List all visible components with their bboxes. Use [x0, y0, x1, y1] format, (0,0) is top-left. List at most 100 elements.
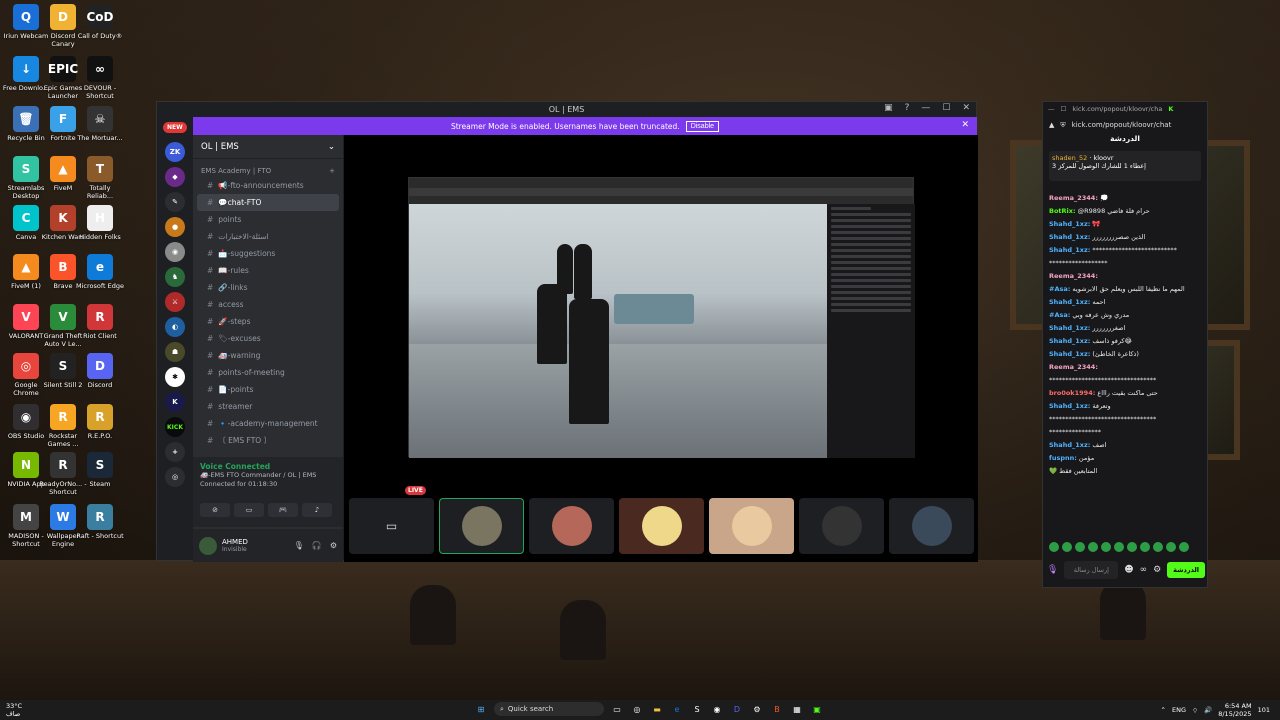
emote-icon[interactable]: [1179, 542, 1189, 552]
chat-message-list[interactable]: Reema_2344: 💭 BotRix: @R9898 حرام فلة فاض…: [1043, 190, 1209, 535]
chat-message[interactable]: *********************************: [1049, 413, 1203, 426]
chat-username[interactable]: Shahd_1xz:: [1049, 441, 1090, 449]
chat-username[interactable]: #Asa:: [1049, 285, 1070, 293]
minimize-button[interactable]: —: [1048, 105, 1055, 113]
channel-item[interactable]: # 🔗-links: [193, 279, 343, 296]
volume-icon[interactable]: 🔊: [1204, 706, 1212, 714]
server-icon[interactable]: ◐: [165, 317, 185, 337]
weather-widget[interactable]: 33°C صاف: [6, 702, 22, 718]
participant-tile[interactable]: [799, 498, 884, 554]
chat-message[interactable]: Reema_2344:: [1049, 270, 1203, 283]
send-chat-button[interactable]: الدردشة: [1167, 562, 1205, 578]
chat-message[interactable]: bro0ok1994: حتى ماكنت بقيت راااع: [1049, 387, 1203, 400]
voice-channel-name[interactable]: 🚑-EMS FTO Commander / OL | EMS: [200, 471, 336, 480]
chat-username[interactable]: Shahd_1xz:: [1049, 402, 1090, 410]
language-indicator[interactable]: ENG: [1172, 706, 1186, 714]
chat-message[interactable]: Shahd_1xz: وتعرفة: [1049, 400, 1203, 413]
notification-count[interactable]: 101: [1258, 706, 1270, 714]
screen-share-icon[interactable]: ▭: [234, 503, 264, 517]
chat-username[interactable]: Reema_2344:: [1049, 272, 1098, 280]
discover-icon[interactable]: ◎: [165, 467, 185, 487]
channel-item[interactable]: # 🔹-academy-management: [193, 415, 343, 432]
chat-username[interactable]: bro0ok1994:: [1049, 389, 1095, 397]
channel-item[interactable]: # 💬chat-FTO: [197, 194, 339, 211]
desktop-icon[interactable]: S Steam: [76, 452, 124, 488]
emote-icon[interactable]: [1049, 542, 1059, 552]
desktop-icon[interactable]: T Totally Reliab...: [76, 156, 124, 200]
wifi-icon[interactable]: ⌔: [1192, 706, 1198, 715]
server-icon[interactable]: ●: [165, 217, 185, 237]
file-explorer-icon[interactable]: ▬: [650, 702, 664, 716]
channel-item[interactable]: # 📩-suggestions: [193, 245, 343, 262]
emote-icon[interactable]: [1088, 542, 1098, 552]
edge-icon[interactable]: e: [670, 702, 684, 716]
activity-icon[interactable]: 🎮: [268, 503, 298, 517]
server-icon[interactable]: ZK: [165, 142, 185, 162]
link-icon[interactable]: ∞: [1140, 565, 1148, 575]
close-icon[interactable]: ✕: [961, 120, 969, 130]
channel-item[interactable]: # streamer: [193, 398, 343, 415]
chat-username[interactable]: Shahd_1xz:: [1049, 220, 1090, 228]
microphone-icon[interactable]: 🎙: [1047, 565, 1058, 575]
help-icon[interactable]: ?: [905, 103, 910, 113]
server-icon[interactable]: K: [165, 392, 185, 412]
server-icon[interactable]: ♞: [165, 267, 185, 287]
desktop-icon[interactable]: R Riot Client: [76, 304, 124, 340]
stream-viewer[interactable]: LIVE ▭: [344, 135, 978, 562]
desktop-icon[interactable]: D Discord: [76, 353, 124, 389]
shared-screen[interactable]: [408, 177, 915, 458]
chat-username[interactable]: BotRix:: [1049, 207, 1076, 215]
address-text[interactable]: kick.com/popout/kloovr/chat: [1072, 121, 1172, 129]
avatar[interactable]: [199, 536, 217, 555]
channel-item[interactable]: # اسئلة-الاختبارات: [193, 228, 343, 245]
chevron-up-icon[interactable]: ⌃: [1161, 706, 1166, 714]
server-icon[interactable]: ✎: [165, 192, 185, 212]
kick-server-icon[interactable]: KICK: [165, 417, 185, 437]
task-view-icon[interactable]: ▭: [610, 702, 624, 716]
kick-tab-title[interactable]: kick.com/popout/kloovr/chat: [1072, 105, 1162, 113]
steam-icon[interactable]: S: [690, 702, 704, 716]
address-bar[interactable]: ▲ ⛨ kick.com/popout/kloovr/chat: [1043, 116, 1207, 134]
server-header[interactable]: OL | EMS ⌄: [193, 135, 343, 159]
emoji-icon[interactable]: ☻: [1124, 565, 1133, 575]
participant-tile[interactable]: [439, 498, 524, 554]
chat-username[interactable]: Shahd_1xz:: [1049, 337, 1090, 345]
desktop-icon[interactable]: H Hidden Folks: [76, 205, 124, 241]
emote-icon[interactable]: [1075, 542, 1085, 552]
chat-message[interactable]: Shahd_1xz: الذين صصرررررررر: [1049, 231, 1203, 244]
chat-username[interactable]: Reema_2344:: [1049, 363, 1098, 371]
participant-tile[interactable]: [529, 498, 614, 554]
emote-icon[interactable]: [1153, 542, 1163, 552]
chat-message[interactable]: Reema_2344: 💭: [1049, 192, 1203, 205]
chat-message[interactable]: fuspnn: مؤمن: [1049, 452, 1203, 465]
chat-username[interactable]: #Asa:: [1049, 311, 1070, 319]
chat-message[interactable]: Shahd_1xz: **************************: [1049, 244, 1203, 257]
settings-gear-icon[interactable]: ⚙: [330, 541, 337, 550]
chat-message[interactable]: ******************: [1049, 257, 1203, 270]
pinned-message[interactable]: shaden_52 · kloovr إعطاء 1 للشارك الوصول…: [1049, 151, 1201, 181]
close-button[interactable]: ✕: [962, 103, 970, 113]
user-info[interactable]: AHMED Invisible: [222, 538, 248, 553]
disable-streamer-mode-button[interactable]: Disable: [685, 120, 720, 132]
server-icon[interactable]: ⚔: [165, 292, 185, 312]
emote-icon[interactable]: [1166, 542, 1176, 552]
desktop-icon[interactable]: CoD Call of Duty®: [76, 4, 124, 40]
chat-message[interactable]: Shahd_1xz: (ذكاعرة الخاطئ): [1049, 348, 1203, 361]
emote-icon[interactable]: [1101, 542, 1111, 552]
desktop-icon[interactable]: ☠ The Mortuar...: [76, 106, 124, 142]
microphone-icon[interactable]: 🎙: [294, 541, 304, 550]
chat-input[interactable]: إرسال رسالة: [1064, 561, 1119, 579]
soundboard-icon[interactable]: ♪: [302, 503, 332, 517]
channel-item[interactable]: # 📖-rules: [193, 262, 343, 279]
chat-username[interactable]: Reema_2344:: [1049, 194, 1098, 202]
minimize-button[interactable]: —: [921, 103, 930, 113]
channel-item[interactable]: # points: [193, 211, 343, 228]
chat-message[interactable]: 💚 المتابعين فقط: [1049, 465, 1203, 478]
chat-message[interactable]: #Asa: مدري وش عرفه وبي: [1049, 309, 1203, 322]
chat-message[interactable]: BotRix: @R9898 حرام فلة فاضي: [1049, 205, 1203, 218]
add-channel-icon[interactable]: +: [329, 167, 335, 175]
chat-username[interactable]: Shahd_1xz:: [1049, 246, 1090, 254]
channel-item[interactable]: # 🚑-warning: [193, 347, 343, 364]
desktop-icon[interactable]: e Microsoft Edge: [76, 254, 124, 290]
chat-username[interactable]: Shahd_1xz:: [1049, 233, 1090, 241]
